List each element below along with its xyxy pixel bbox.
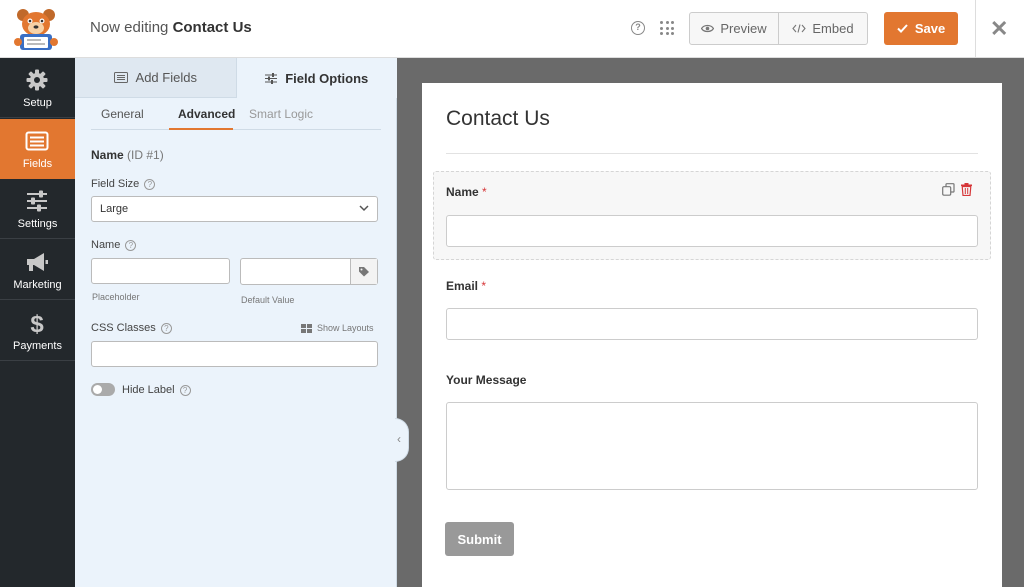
name-field-input[interactable] [446, 215, 978, 247]
tag-icon [359, 267, 369, 277]
tab-field-options[interactable]: Field Options [235, 58, 397, 98]
tab-label: Add Fields [135, 70, 197, 85]
sidebar-item-payments[interactable]: $ Payments [0, 301, 75, 361]
sidebar-item-marketing[interactable]: Marketing [0, 240, 75, 300]
grid-dots-icon[interactable] [660, 21, 674, 35]
eye-icon [701, 24, 715, 33]
gear-icon [26, 69, 48, 91]
sidebar-item-fields[interactable]: Fields [0, 119, 75, 179]
duplicate-icon[interactable] [942, 183, 955, 196]
embed-button[interactable]: Embed [778, 13, 867, 44]
layout-grid-icon [301, 323, 312, 333]
help-icon[interactable]: ? [144, 179, 156, 190]
placeholder-sublabel: Placeholder [92, 292, 140, 302]
hide-label-label-text: Hide Label [122, 384, 175, 396]
sidebar-item-label: Marketing [13, 279, 62, 291]
placeholder-input[interactable] [91, 258, 230, 284]
help-icon[interactable]: ? [125, 240, 137, 251]
dollar-icon: $ [30, 311, 44, 335]
divider [446, 153, 978, 154]
preview-embed-group: Preview Embed [689, 12, 868, 45]
required-indicator: * [481, 279, 487, 293]
chevron-left-icon: ‹ [397, 432, 401, 446]
hide-label-toggle[interactable] [91, 383, 115, 396]
sliders-icon [265, 72, 278, 84]
sidebar-item-settings[interactable]: Settings [0, 179, 75, 239]
subtab-general[interactable]: General [101, 107, 144, 121]
subtabs: General Advanced Smart Logic [91, 98, 381, 130]
preview-label: Preview [720, 21, 767, 36]
name-label: Name? [91, 239, 137, 251]
wpforms-logo [14, 9, 58, 50]
tab-add-fields[interactable]: Add Fields [75, 58, 236, 98]
help-icon[interactable]: ? [160, 323, 172, 334]
email-field-label: Email * [446, 279, 486, 293]
hide-label-label: Hide Label? [122, 384, 191, 396]
css-classes-label: CSS Classes? [91, 322, 172, 334]
field-size-select[interactable]: Large [91, 196, 378, 222]
smart-tags-button[interactable] [350, 259, 377, 284]
chevron-down-icon [359, 205, 369, 212]
help-icon[interactable]: ? [631, 21, 645, 35]
subtab-advanced[interactable]: Advanced [178, 107, 235, 121]
sidebar-item-label: Fields [22, 158, 53, 170]
field-size-label-text: Field Size [91, 178, 140, 190]
svg-text:$: $ [30, 311, 44, 335]
megaphone-icon [27, 253, 48, 271]
field-id: (ID #1) [127, 148, 164, 162]
message-field-textarea[interactable] [446, 402, 978, 490]
form-preview: Contact Us Name * Email * Your Message S… [422, 83, 1002, 587]
help-icon[interactable]: ? [179, 385, 191, 396]
field-size-label: Field Size? [91, 178, 156, 190]
email-field-input[interactable] [446, 308, 978, 340]
show-layouts-label: Show Layouts [317, 323, 374, 333]
editing-prefix: Now editing [90, 19, 169, 36]
fields-icon [25, 131, 49, 151]
close-icon[interactable]: ✕ [990, 18, 1008, 40]
left-sidebar: Setup Fields Settings Marketing $ Paymen… [0, 58, 75, 587]
top-divider [975, 0, 976, 58]
name-field-label: Name * [446, 185, 487, 199]
code-icon [792, 24, 807, 33]
checkmark-icon [897, 24, 908, 33]
css-classes-label-text: CSS Classes [91, 322, 156, 334]
editing-title: Now editing Contact Us [90, 19, 252, 36]
panel-tabs: Add Fields Field Options [75, 58, 397, 98]
name-field-label-text: Name [446, 185, 479, 199]
sidebar-item-label: Payments [13, 340, 62, 352]
sidebar-item-label: Settings [17, 218, 58, 230]
css-classes-input[interactable] [91, 341, 378, 367]
toggle-knob [93, 385, 102, 394]
tab-label: Field Options [285, 70, 369, 86]
field-options-panel: Add Fields Field Options General Advance… [75, 58, 397, 587]
name-label-text: Name [91, 239, 121, 251]
field-actions [942, 183, 972, 196]
submit-button[interactable]: Submit [445, 522, 514, 556]
trash-icon[interactable] [961, 183, 972, 196]
preview-button[interactable]: Preview [690, 13, 778, 44]
field-size-value: Large [100, 203, 129, 215]
embed-label: Embed [812, 21, 854, 36]
subtab-active-indicator [169, 128, 233, 130]
message-field-label: Your Message [446, 373, 527, 387]
subtab-smart-logic[interactable]: Smart Logic [249, 107, 313, 121]
top-bar: Now editing Contact Us ? Preview Embed S… [0, 0, 1024, 58]
sidebar-item-setup[interactable]: Setup [0, 58, 75, 118]
email-field-label-text: Email [446, 279, 479, 293]
required-indicator: * [482, 185, 487, 199]
default-value-sublabel: Default Value [241, 295, 295, 305]
save-button[interactable]: Save [884, 12, 958, 45]
field-name: Name [91, 148, 124, 162]
editing-form-name: Contact Us [172, 19, 252, 36]
save-label: Save [914, 21, 946, 36]
form-title: Contact Us [446, 107, 550, 130]
sidebar-item-label: Setup [23, 97, 52, 109]
list-icon [113, 72, 128, 83]
sliders-icon [27, 190, 47, 212]
show-layouts-link[interactable]: Show Layouts [301, 323, 374, 333]
field-options-title: Name (ID #1) [91, 148, 164, 162]
default-value-input[interactable] [240, 258, 378, 285]
